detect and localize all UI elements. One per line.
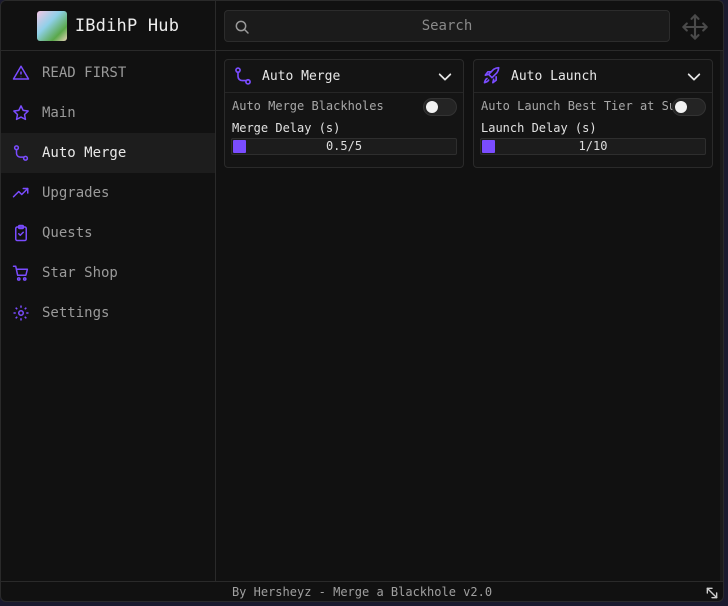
card-title: Auto Launch xyxy=(511,68,598,84)
sidebar: IBdihP Hub READ FIRST Main Auto Merge Up… xyxy=(1,1,216,581)
route-icon xyxy=(235,67,251,85)
sidebar-item-label: Star Shop xyxy=(42,265,118,281)
sidebar-item-quests[interactable]: Quests xyxy=(1,213,215,253)
launch-delay-slider[interactable]: 1/10 xyxy=(480,138,706,155)
sidebar-item-main[interactable]: Main xyxy=(1,93,215,133)
move-icon[interactable] xyxy=(681,13,709,41)
brand-header: IBdihP Hub xyxy=(1,1,215,51)
slider-value: 0.5/5 xyxy=(325,139,363,153)
cart-icon xyxy=(12,265,29,281)
warning-icon xyxy=(12,65,30,80)
gear-icon xyxy=(13,305,29,321)
chevron-down-icon[interactable] xyxy=(686,69,702,85)
card-header[interactable]: Auto Merge xyxy=(225,60,463,93)
sidebar-nav: READ FIRST Main Auto Merge Upgrades Ques… xyxy=(1,51,215,333)
slider-value: 1/10 xyxy=(578,139,608,153)
auto-merge-card: Auto Merge Auto Merge Blackholes Merge D… xyxy=(224,59,464,168)
sidebar-item-label: Settings xyxy=(42,305,110,321)
app-title: IBdihP Hub xyxy=(74,15,180,36)
search-input[interactable] xyxy=(225,10,669,42)
sidebar-item-settings[interactable]: Settings xyxy=(1,293,215,333)
merge-delay-slider[interactable]: 0.5/5 xyxy=(231,138,457,155)
rocket-icon xyxy=(483,66,500,84)
slider-label: Launch Delay (s) xyxy=(481,121,597,135)
card-header[interactable]: Auto Launch xyxy=(474,60,712,93)
toggle-label: Auto Merge Blackholes xyxy=(232,99,384,113)
top-bar xyxy=(216,1,723,51)
toggle-row: Auto Launch Best Tier at Sun xyxy=(474,93,712,119)
search-icon xyxy=(235,20,249,34)
sidebar-item-star-shop[interactable]: Star Shop xyxy=(1,253,215,293)
auto-merge-toggle[interactable] xyxy=(423,98,457,116)
toggle-knob xyxy=(426,101,438,113)
card-title: Auto Merge xyxy=(262,68,341,84)
footer: By Hersheyz - Merge a Blackhole v2.0 xyxy=(1,581,723,601)
slider-label: Merge Delay (s) xyxy=(232,121,341,135)
auto-launch-toggle[interactable] xyxy=(672,98,706,116)
toggle-label: Auto Launch Best Tier at Sun xyxy=(481,99,684,113)
scrollbar-track[interactable] xyxy=(720,51,723,581)
sidebar-item-label: Main xyxy=(42,105,76,121)
hub-window: IBdihP Hub READ FIRST Main Auto Merge Up… xyxy=(0,0,724,602)
star-icon xyxy=(13,105,29,121)
main-content: Auto Merge Auto Merge Blackholes Merge D… xyxy=(216,51,723,581)
search-box[interactable] xyxy=(224,10,670,42)
chevron-down-icon[interactable] xyxy=(437,69,453,85)
app-logo xyxy=(36,10,67,41)
resize-icon[interactable] xyxy=(705,586,719,600)
route-icon xyxy=(13,145,29,161)
sidebar-item-label: Quests xyxy=(42,225,93,241)
toggle-knob xyxy=(675,101,687,113)
sidebar-item-label: Auto Merge xyxy=(42,145,127,161)
footer-text: By Hersheyz - Merge a Blackhole v2.0 xyxy=(231,585,493,599)
clipboard-check-icon xyxy=(15,224,27,242)
sidebar-item-label: Upgrades xyxy=(42,185,110,201)
sidebar-item-label: READ FIRST xyxy=(42,65,127,81)
sidebar-item-auto-merge[interactable]: Auto Merge xyxy=(1,133,215,173)
toggle-row: Auto Merge Blackholes xyxy=(225,93,463,119)
sidebar-item-upgrades[interactable]: Upgrades xyxy=(1,173,215,213)
trending-up-icon xyxy=(12,187,29,198)
sidebar-item-read-first[interactable]: READ FIRST xyxy=(1,53,215,93)
auto-launch-card: Auto Launch Auto Launch Best Tier at Sun… xyxy=(473,59,713,168)
